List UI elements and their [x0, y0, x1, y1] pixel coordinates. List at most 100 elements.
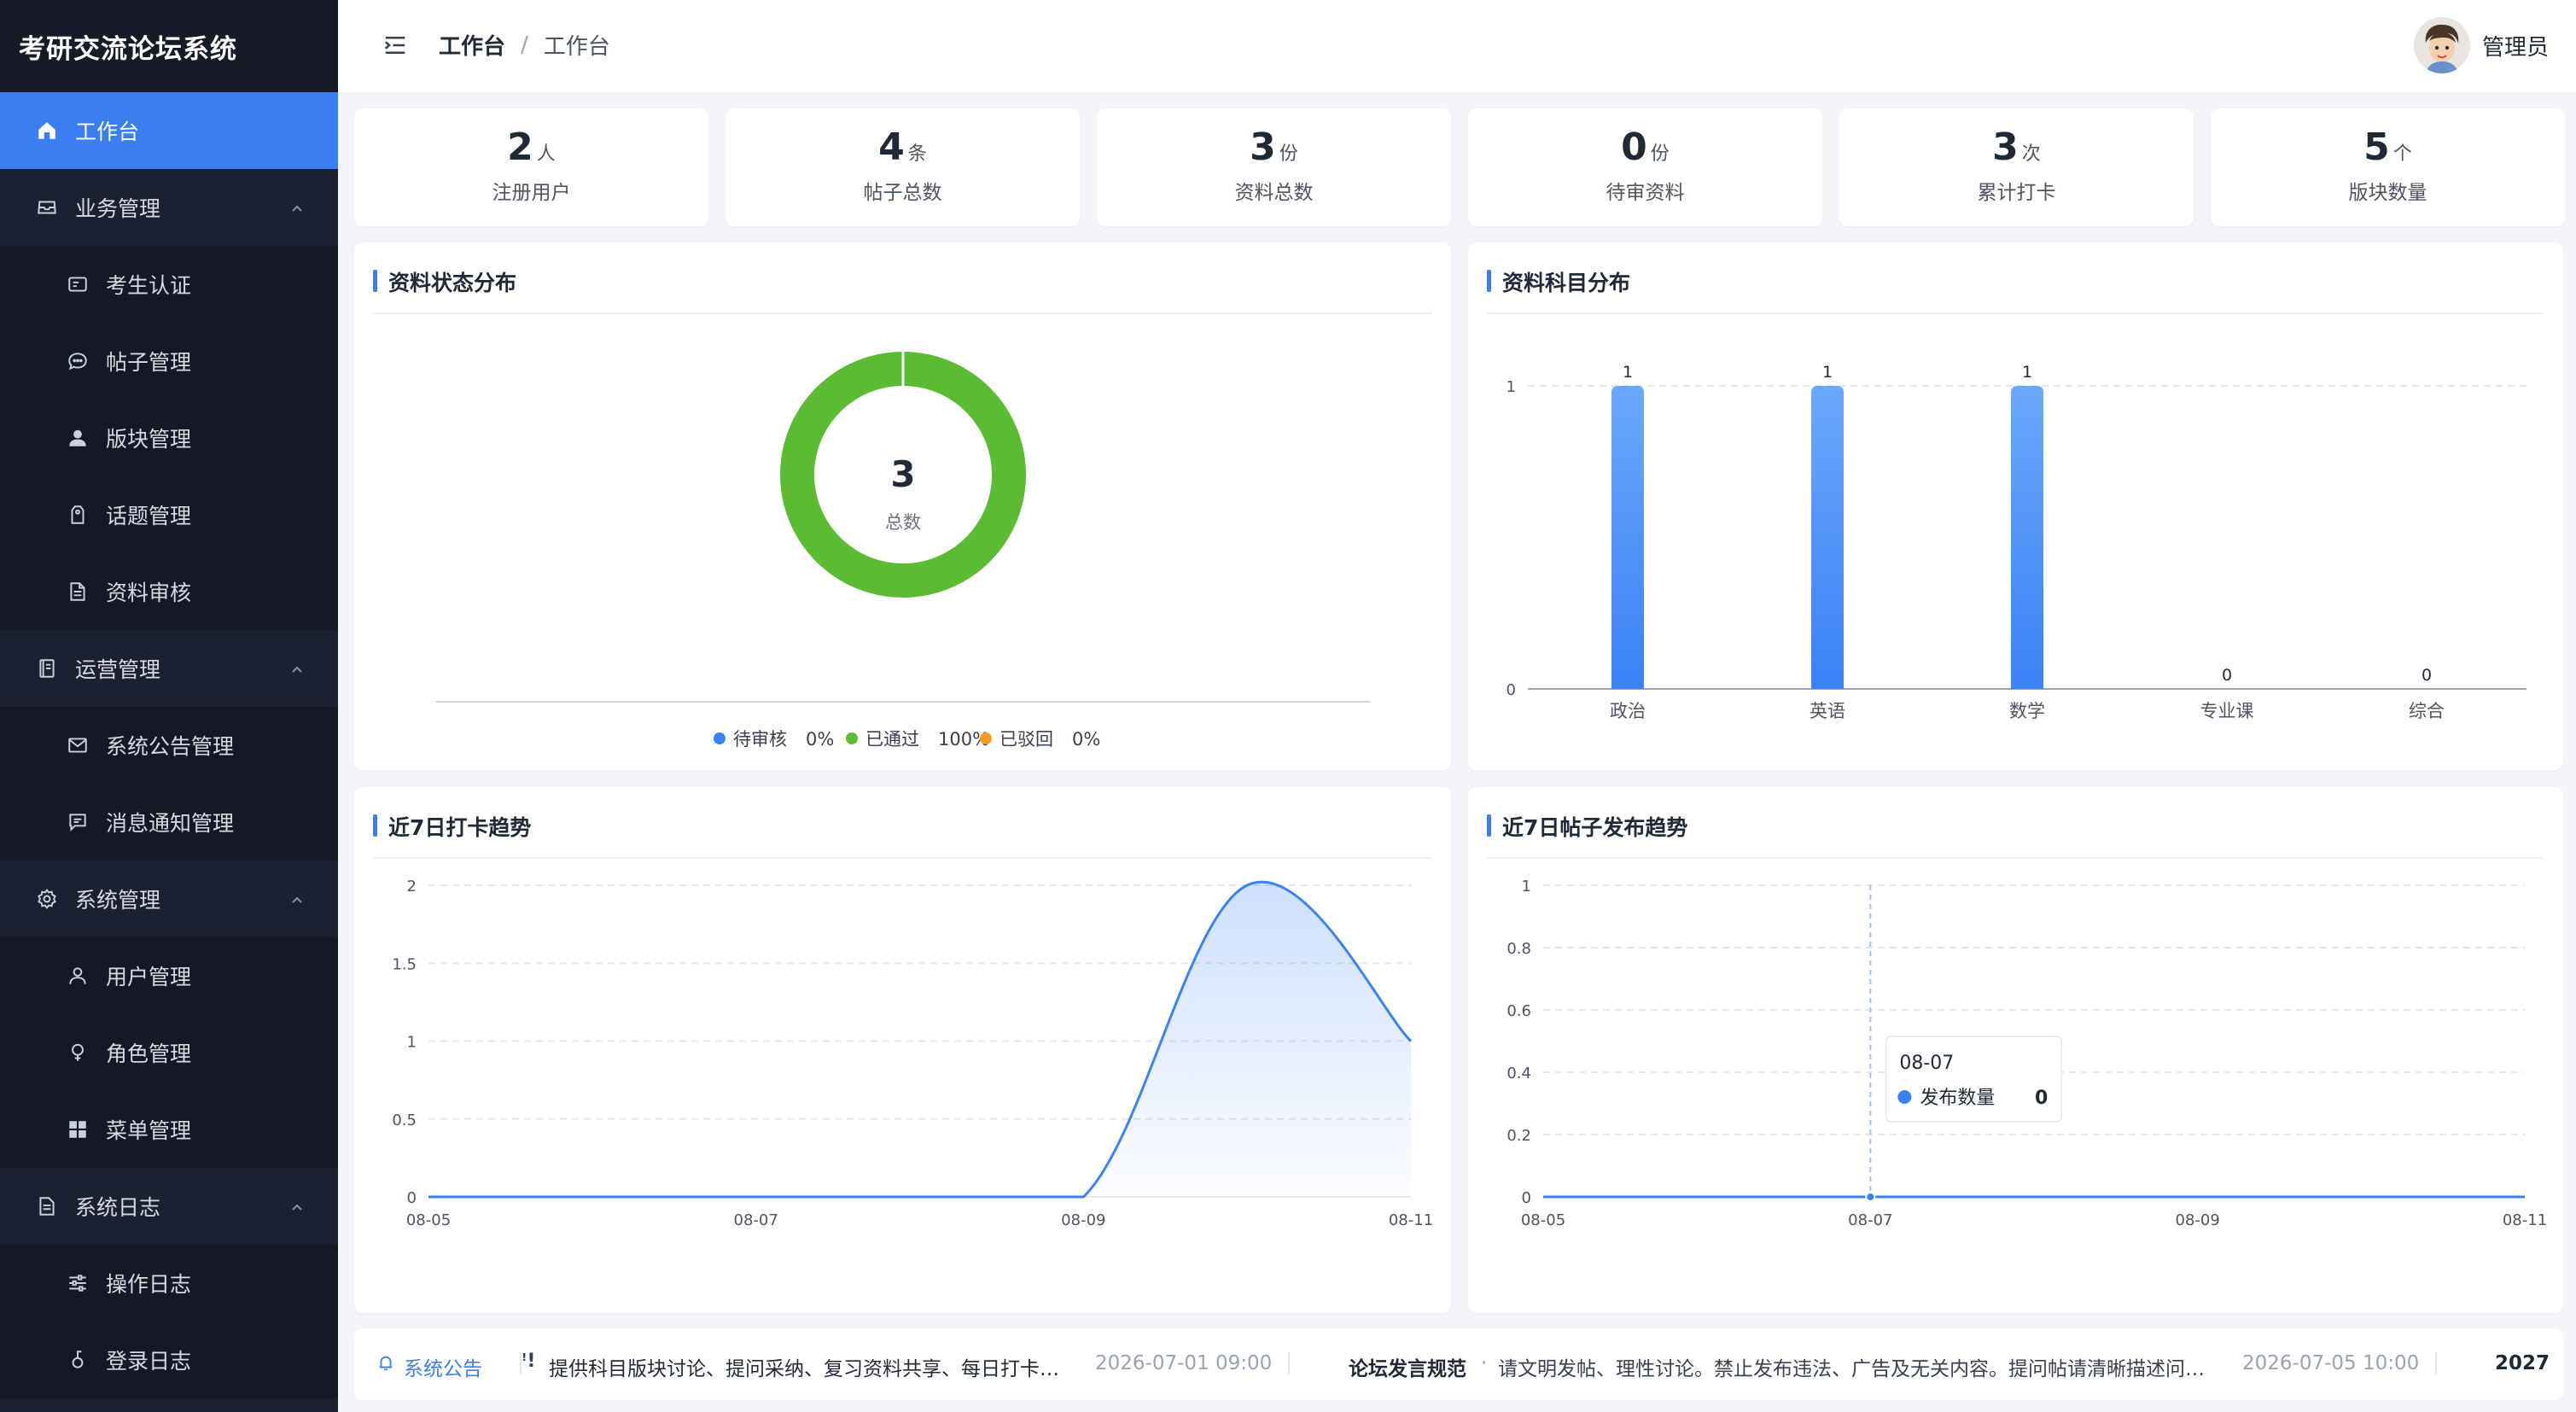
stat-card-materials: 3份 资料总数 — [1097, 108, 1451, 226]
sidebar-item-operation-logs[interactable]: 操作日志 — [0, 1245, 338, 1322]
x-tick-label: 数学 — [2009, 701, 2045, 721]
lock-icon — [65, 1347, 90, 1373]
donut-chart: 3总数待审核 0% 已通过 100% 已驳回 0% — [436, 351, 1370, 750]
user-menu[interactable]: 管理员 — [2413, 17, 2549, 73]
sidebar-item-boards[interactable]: 版块管理 — [0, 400, 338, 476]
stat-value: 3份 — [1250, 125, 1298, 169]
home-icon — [34, 118, 60, 143]
sidebar-item-label: 考生认证 — [106, 273, 192, 298]
message-icon — [65, 809, 90, 835]
log-icon — [34, 1193, 60, 1219]
panel-material-status: 资料状态分布 3 总数 待审核 0% 已通过 100% 已驳回 0% — [354, 242, 1451, 770]
notebook-icon — [34, 656, 60, 681]
y-tick-label: 1 — [1507, 378, 1516, 396]
bar — [1611, 386, 1644, 689]
grid-icon — [65, 1117, 90, 1142]
y-tick-label: 1 — [1522, 878, 1531, 896]
sidebar-item-label: 话题管理 — [106, 504, 192, 528]
y-tick-label: 0.5 — [392, 1112, 417, 1129]
x-tick-label: 综合 — [2409, 701, 2445, 721]
menu-fold-icon[interactable] — [382, 32, 408, 61]
stat-value: 4条 — [878, 125, 927, 169]
tooltip-series: 发布数量 — [1920, 1088, 1995, 1109]
sidebar-group-logs[interactable]: 系统日志 — [0, 1168, 338, 1245]
sidebar-item-label: 工作台 — [75, 120, 140, 144]
sidebar-item-label: 系统日志 — [75, 1195, 161, 1220]
sidebar-group-business[interactable]: 业务管理 — [0, 169, 338, 246]
app-title: 考研交流论坛系统 — [0, 0, 338, 92]
mail-icon — [65, 732, 90, 758]
sidebar: 考研交流论坛系统 工作台 业务管理 考生认证 帖子管理 版块管理 话题管理 资料… — [0, 0, 338, 1412]
bar-chart: 0 1 1 政治 1 英语 1 数学 0 专业课 0 综合 — [1507, 363, 2526, 721]
sidebar-item-label: 系统管理 — [75, 888, 161, 913]
notice-bar: 系统公告 ꜝ! 提供科目版块讨论、提问采纳、复习资料共享、每日打卡… 2026-… — [354, 1328, 2563, 1400]
sidebar-item-topics[interactable]: 话题管理 — [0, 476, 338, 553]
user-name: 管理员 — [2481, 34, 2549, 61]
sidebar-item-notifications[interactable]: 消息通知管理 — [0, 784, 338, 861]
x-tick-label: 08-05 — [1521, 1211, 1565, 1229]
chevron-up-icon — [288, 889, 306, 913]
data-label: 0 — [2422, 666, 2432, 685]
notice-label[interactable]: 系统公告 — [404, 1352, 482, 1381]
x-tick-label: 08-05 — [406, 1211, 451, 1229]
sidebar-item-label: 帖子管理 — [106, 350, 192, 375]
line-chart[interactable]: 0 0.2 0.4 0.6 0.8 1 08-05 08-07 08-09 08-11 08-07 发… — [1468, 787, 2563, 1313]
sidebar-item-label: 操作日志 — [106, 1272, 192, 1297]
chevron-up-icon — [288, 197, 306, 222]
x-tick-label: 08-11 — [2503, 1211, 2547, 1229]
donut-center-label: 总数 — [885, 512, 921, 533]
sidebar-item-label: 登录日志 — [106, 1349, 192, 1374]
stat-label: 资料总数 — [1234, 182, 1314, 204]
y-tick-label: 0.4 — [1507, 1065, 1531, 1082]
divider — [2435, 1352, 2437, 1374]
chat-bubble-icon — [65, 348, 90, 374]
user-icon — [65, 963, 90, 989]
x-tick-label: 专业课 — [2200, 701, 2254, 721]
sidebar-item-announcements[interactable]: 系统公告管理 — [0, 707, 338, 784]
y-tick-label: 0 — [407, 1189, 417, 1207]
id-card-icon — [65, 271, 90, 297]
notice-item-title[interactable]: 论坛发言规范 — [1349, 1352, 1466, 1381]
x-tick-label: 08-09 — [1061, 1211, 1105, 1229]
stat-value: 5个 — [2363, 125, 2412, 169]
bulb-icon — [65, 1040, 90, 1065]
sidebar-item-roles[interactable]: 角色管理 — [0, 1014, 338, 1091]
tooltip-value: 0 — [2035, 1088, 2048, 1109]
sidebar-item-dashboard[interactable]: 工作台 — [0, 92, 338, 169]
legend-percent: 0% — [806, 729, 834, 750]
notice-item-title[interactable]: 2027 — [2495, 1352, 2550, 1374]
sidebar-item-material-review[interactable]: 资料审核 — [0, 553, 338, 630]
legend-marker — [980, 732, 992, 744]
bell-icon — [376, 1353, 395, 1379]
data-label: 1 — [1822, 363, 1833, 382]
notice-item-text[interactable]: 请文明发帖、理性讨论。禁止发布违法、广告及无关内容。提问帖请清晰描述问… — [1498, 1352, 2205, 1381]
avatar — [2413, 17, 2470, 73]
sidebar-item-posts[interactable]: 帖子管理 — [0, 323, 338, 400]
notice-item-text[interactable]: 提供科目版块讨论、提问采纳、复习资料共享、每日打卡… — [549, 1352, 1059, 1381]
alert-icon: ꜝ! — [522, 1351, 536, 1372]
breadcrumb-item[interactable]: 工作台 — [439, 29, 505, 61]
sidebar-group-system[interactable]: 系统管理 — [0, 861, 338, 937]
y-tick-label: 0 — [1507, 681, 1516, 699]
sidebar-item-users[interactable]: 用户管理 — [0, 937, 338, 1014]
y-tick-label: 1 — [407, 1034, 417, 1052]
tag-icon — [65, 502, 90, 528]
notice-dot: · — [1481, 1352, 1488, 1374]
y-tick-label: 0.2 — [1507, 1127, 1531, 1145]
y-tick-label: 1.5 — [392, 955, 417, 973]
sidebar-item-menus[interactable]: 菜单管理 — [0, 1091, 338, 1168]
sidebar-item-exam-auth[interactable]: 考生认证 — [0, 246, 338, 323]
y-tick-label: 0.6 — [1507, 1002, 1531, 1020]
sidebar-item-login-logs[interactable]: 登录日志 — [0, 1322, 338, 1398]
person-icon — [65, 425, 90, 451]
stat-label: 帖子总数 — [863, 182, 942, 204]
bar — [2011, 386, 2043, 689]
stat-label: 待审资料 — [1606, 182, 1685, 204]
breadcrumb-current: 工作台 — [543, 34, 610, 60]
gear-icon — [34, 886, 60, 912]
x-tick-label: 政治 — [1610, 701, 1646, 721]
sidebar-item-label: 用户管理 — [106, 965, 192, 989]
sidebar-group-operations[interactable]: 运营管理 — [0, 630, 338, 707]
legend-percent: 0% — [1072, 729, 1100, 750]
tooltip-box — [1885, 1036, 2063, 1123]
